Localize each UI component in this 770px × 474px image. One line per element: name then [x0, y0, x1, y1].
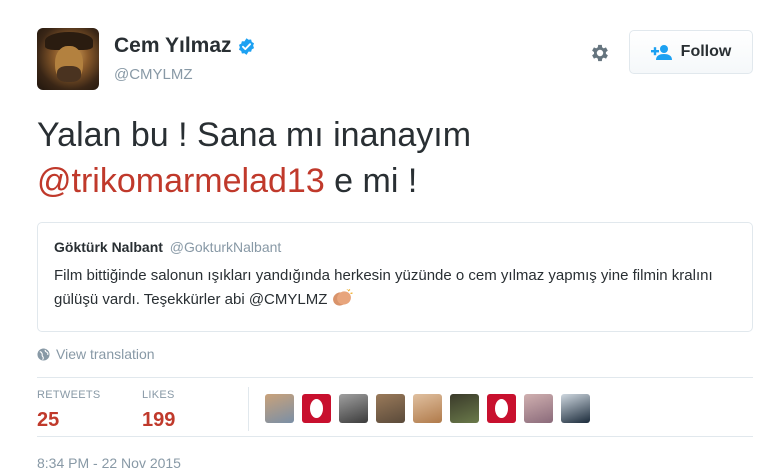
follow-button[interactable]: Follow	[629, 30, 753, 74]
retweets-stat[interactable]: RETWEETS 25	[37, 389, 101, 432]
divider	[37, 377, 753, 378]
avatar-beard	[57, 66, 81, 82]
verified-badge-icon	[238, 37, 254, 55]
tweet-text-line2: @trikomarmelad13 e mi !	[37, 158, 737, 204]
tweet-timestamp[interactable]: 8:34 PM - 22 Nov 2015	[37, 455, 181, 471]
liker-avatar[interactable]	[561, 394, 590, 423]
liker-avatar[interactable]	[413, 394, 442, 423]
avatar[interactable]	[37, 28, 99, 90]
liker-avatar[interactable]	[487, 394, 516, 423]
follow-label: Follow	[680, 43, 732, 60]
quoted-tweet-body: Film bittiğinde salonun ışıkları yandığı…	[54, 267, 713, 308]
quoted-tweet-header: Göktürk Nalbant @GokturkNalbant	[54, 239, 736, 255]
divider	[37, 436, 753, 437]
liker-avatar[interactable]	[302, 394, 331, 423]
quoted-tweet-text: Film bittiğinde salonun ışıkları yandığı…	[54, 264, 744, 312]
view-translation-link[interactable]: View translation	[37, 346, 155, 362]
logo-mark	[310, 399, 323, 418]
likes-stat[interactable]: LIKES 199	[142, 389, 175, 432]
liker-avatar[interactable]	[339, 394, 368, 423]
tweet-text: Yalan bu ! Sana mı inanayım @trikomarmel…	[37, 112, 737, 204]
stats-separator	[248, 387, 249, 431]
view-translation-label: View translation	[56, 346, 155, 362]
user-fullname[interactable]: Cem Yılmaz	[114, 34, 232, 58]
quoted-user-handle: @GokturkNalbant	[169, 239, 282, 255]
name-row: Cem Yılmaz	[114, 34, 256, 58]
quoted-tweet[interactable]: Göktürk Nalbant @GokturkNalbant Film bit…	[37, 222, 753, 332]
liker-avatar[interactable]	[524, 394, 553, 423]
tweet-text-line1: Yalan bu ! Sana mı inanayım	[37, 116, 472, 154]
globe-icon	[37, 347, 50, 361]
logo-mark	[495, 399, 508, 418]
liker-avatar[interactable]	[450, 394, 479, 423]
user-handle[interactable]: @CMYLMZ	[114, 66, 193, 83]
tweet-header: Cem Yılmaz @CMYLMZ Follow	[37, 28, 753, 92]
tweet-text-tail: e mi !	[324, 162, 418, 200]
clapping-hands-emoji-icon	[333, 289, 354, 306]
quoted-user-name: Göktürk Nalbant	[54, 239, 163, 255]
likes-count: 199	[142, 409, 176, 431]
likers-facepile	[265, 394, 598, 423]
retweets-label: RETWEETS	[37, 389, 101, 401]
tweet-mention-link[interactable]: @trikomarmelad13	[37, 162, 325, 200]
liker-avatar[interactable]	[376, 394, 405, 423]
gear-icon[interactable]	[589, 42, 611, 64]
likes-label: LIKES	[142, 389, 175, 401]
liker-avatar[interactable]	[265, 394, 294, 423]
retweets-count: 25	[37, 409, 60, 431]
add-user-icon	[650, 45, 672, 60]
